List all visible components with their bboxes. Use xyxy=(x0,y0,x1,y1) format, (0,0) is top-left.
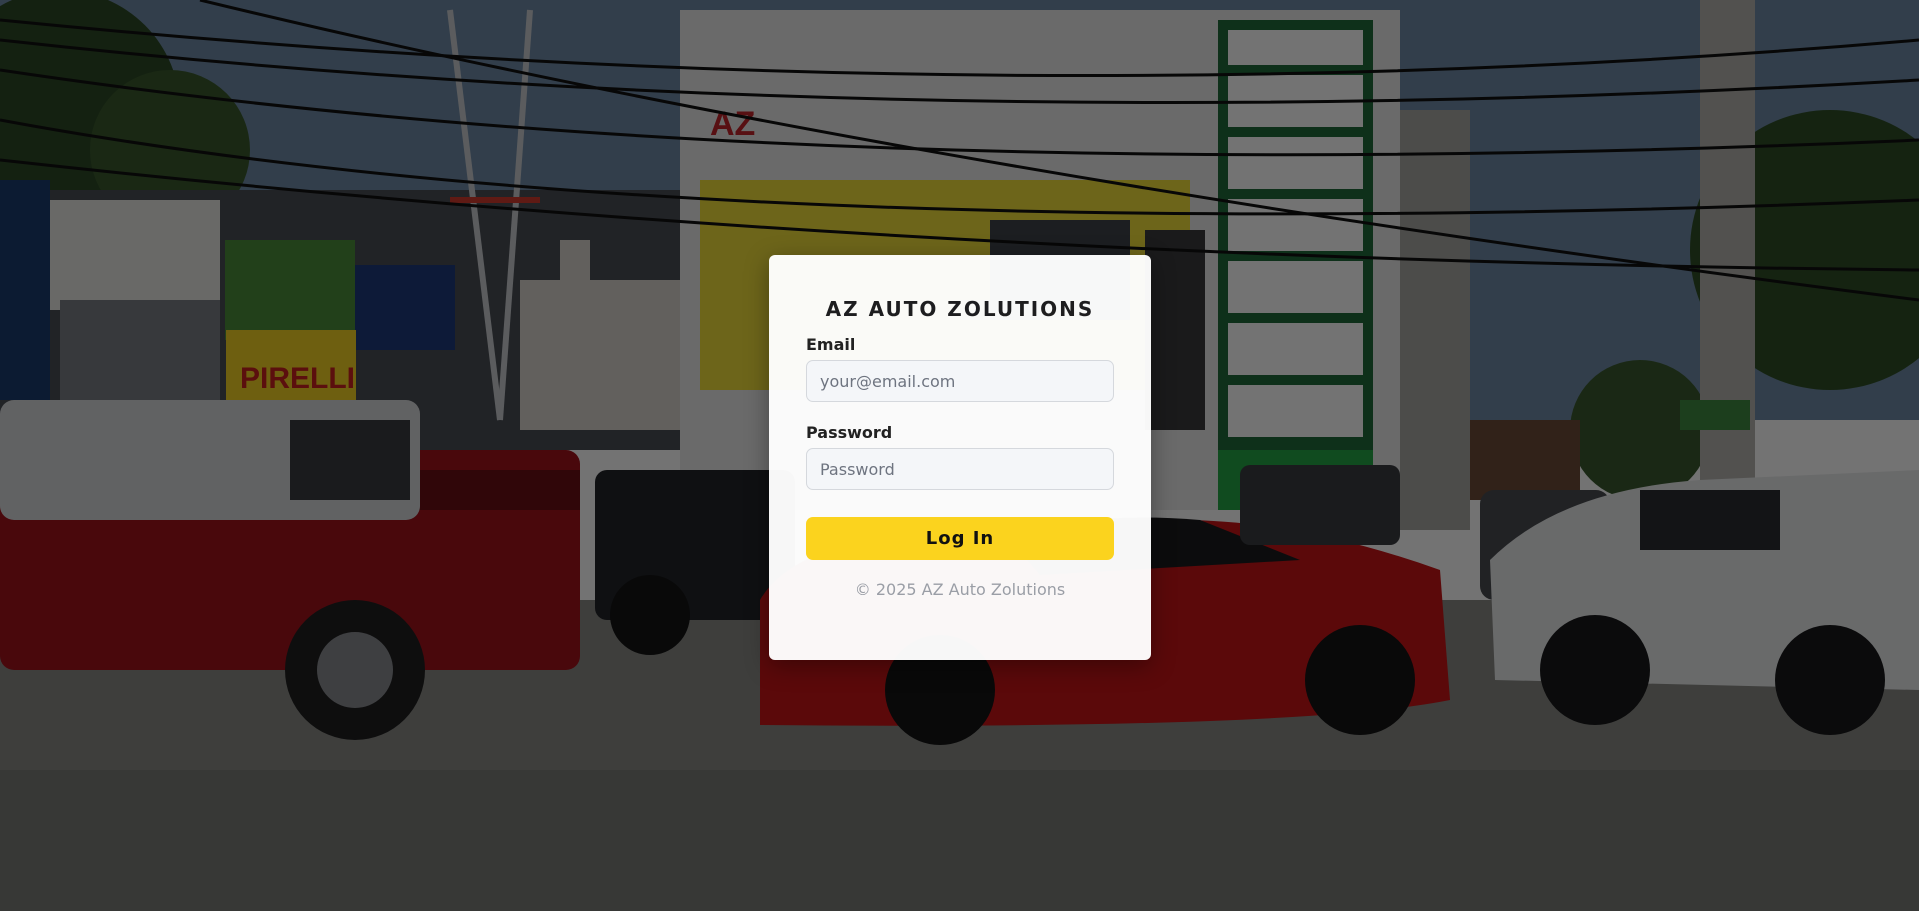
login-button[interactable]: Log In xyxy=(806,517,1114,560)
password-field[interactable] xyxy=(806,448,1114,490)
app-title: AZ AUTO ZOLUTIONS xyxy=(825,297,1095,321)
login-card: AZ AUTO ZOLUTIONS Email Password Log In … xyxy=(769,255,1151,660)
password-label: Password xyxy=(806,423,893,442)
email-field[interactable] xyxy=(806,360,1114,402)
email-label: Email xyxy=(806,335,856,354)
copyright-footer: © 2025 AZ Auto Zolutions xyxy=(854,580,1066,599)
